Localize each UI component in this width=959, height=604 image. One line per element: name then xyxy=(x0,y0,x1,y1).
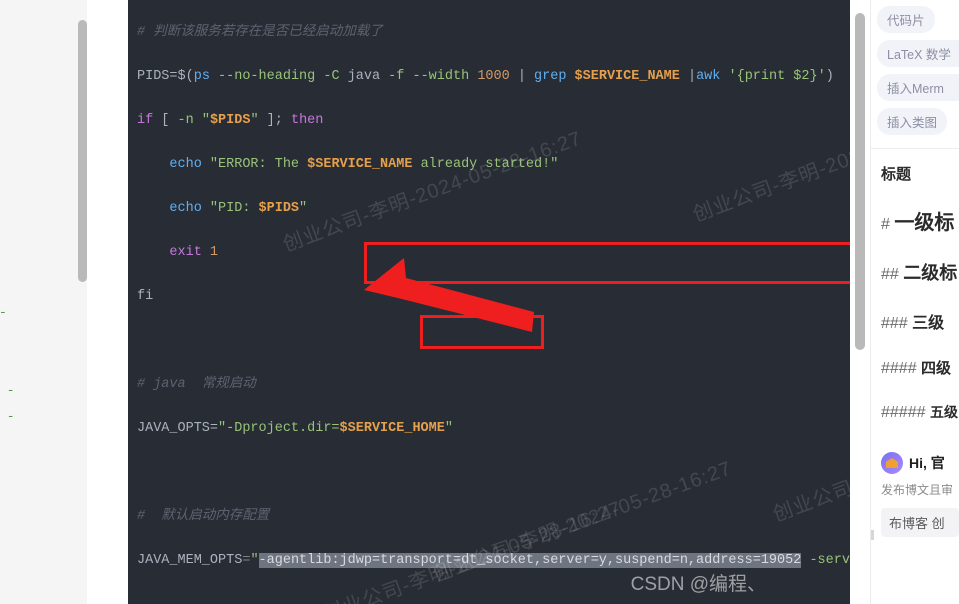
left-pane-fragments: rver - n - rOnly - =true - xyxy=(0,305,15,424)
heading-label: 三级 xyxy=(912,315,945,332)
code-line: echo "ERROR: The $SERVICE_NAME already s… xyxy=(169,157,559,172)
code-editor[interactable]: # 判断该服务若存在是否已经启动加载了 PIDS=$(ps --no-headi… xyxy=(128,0,870,604)
user-greeting: Hi, 官 xyxy=(909,455,945,471)
heading-level-3[interactable]: ### 三级 xyxy=(881,309,959,333)
left-preview-pane: rver - n - rOnly - =true - xyxy=(0,0,87,604)
heading-hashes: ### xyxy=(881,315,908,332)
markdown-heading-panel: 标题 # 一级标 ## 二级标 ### 三级 #### 四级 ##### 五级 xyxy=(871,149,959,422)
heading-level-4[interactable]: #### 四级 xyxy=(881,357,959,378)
chip-insert-mermaid[interactable]: 插入Merm xyxy=(877,74,959,101)
publish-blog-button[interactable]: 布博客 创 xyxy=(881,508,959,537)
user-greeting-row: Hi, 官 xyxy=(881,452,959,474)
heading-label: 一级标 xyxy=(894,212,955,234)
code-line: echo "PID: $PIDS" xyxy=(169,201,308,216)
heading-level-1[interactable]: # 一级标 xyxy=(881,206,959,235)
code-line: # java 常规启动 xyxy=(137,377,256,392)
heading-level-5[interactable]: ##### 五级 xyxy=(881,402,959,422)
code-line: exit 1 xyxy=(169,245,219,260)
publish-button-suffix: 创 xyxy=(931,516,945,531)
heading-label: 二级标 xyxy=(903,263,958,283)
toolbar-chip-list: 代码片 LaTeX 数学 插入Merm 插入类图 xyxy=(871,0,959,142)
heading-hashes: # xyxy=(881,216,890,233)
chip-latex-math[interactable]: LaTeX 数学 xyxy=(877,40,959,67)
heading-level-2[interactable]: ## 二级标 xyxy=(881,259,959,285)
editor-scrollbar-thumb[interactable] xyxy=(855,13,865,350)
heading-label: 五级 xyxy=(929,404,958,420)
heading-hashes: ##### xyxy=(881,404,926,421)
left-pane-scrollbar[interactable] xyxy=(78,20,87,282)
publish-button-label: 布博客 xyxy=(889,516,929,531)
avatar[interactable] xyxy=(881,452,903,474)
user-panel: Hi, 官 发布博文且审 布博客 创 xyxy=(871,446,959,537)
heading-hashes: ## xyxy=(881,266,899,283)
right-sidebar: 代码片 LaTeX 数学 插入Merm 插入类图 标题 # 一级标 ## 二级标… xyxy=(870,0,959,604)
code-line: # 判断该服务若存在是否已经启动加载了 xyxy=(137,25,383,40)
app-root: rver - n - rOnly - =true - # 判断该服务若存在是否已… xyxy=(0,0,959,604)
code-line: if [ -n "$PIDS" ]; then xyxy=(137,113,324,128)
chip-insert-class-diagram[interactable]: 插入类图 xyxy=(877,108,948,135)
heading-label: 四级 xyxy=(921,360,952,377)
heading-hashes: #### xyxy=(881,360,917,377)
chip-code-snippet[interactable]: 代码片 xyxy=(877,6,935,33)
left-gutter xyxy=(87,0,128,604)
user-subtitle: 发布博文且审 xyxy=(881,483,954,497)
code-content[interactable]: # 判断该服务若存在是否已经启动加载了 PIDS=$(ps --no-headi… xyxy=(137,0,870,604)
code-line: JAVA_OPTS="-Dproject.dir=$SERVICE_HOME" xyxy=(137,421,453,436)
csdn-watermark: CSDN @编程、 xyxy=(630,574,766,595)
panel-title: 标题 xyxy=(881,166,912,183)
code-line: # 默认启动内存配置 xyxy=(137,509,270,524)
sidebar-scroll-indicator[interactable] xyxy=(871,530,874,540)
code-line: PIDS=$(ps --no-heading -C java -f --widt… xyxy=(137,69,834,84)
code-line: fi xyxy=(137,289,154,304)
